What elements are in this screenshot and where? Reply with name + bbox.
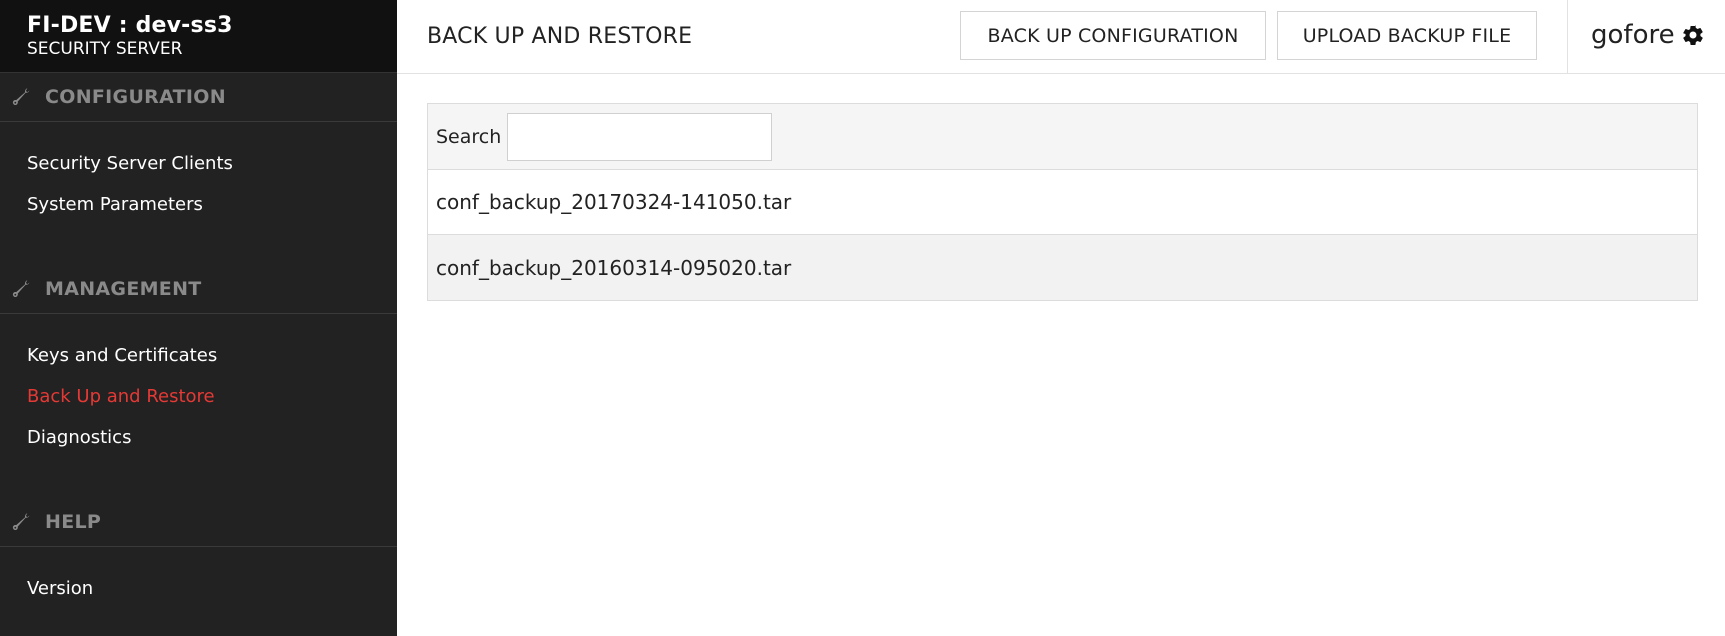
section-header-configuration: CONFIGURATION [0,73,397,122]
sidebar-item-back-up-and-restore[interactable]: Back Up and Restore [0,376,397,417]
section-title-help: HELP [45,511,102,533]
section-title-management: MANAGEMENT [45,278,202,300]
server-subtitle: SECURITY SERVER [27,39,183,59]
back-up-configuration-button[interactable]: BACK UP CONFIGURATION [960,11,1266,60]
main-content: BACK UP AND RESTORE BACK UP CONFIGURATIO… [397,0,1725,636]
backup-file-name: conf_backup_20170324-141050.tar [436,190,792,214]
sidebar-item-system-parameters[interactable]: System Parameters [0,184,397,225]
backup-file-name: conf_backup_20160314-095020.tar [436,255,792,280]
wrench-icon [12,279,32,299]
server-title: FI-DEV : dev-ss3 [27,13,233,38]
sidebar-section-configuration: CONFIGURATION Security Server Clients Sy… [0,73,397,225]
user-divider [1567,0,1568,73]
search-input[interactable] [507,112,773,161]
sidebar-section-management: MANAGEMENT Keys and Certificates Back Up… [0,265,397,458]
username: gofore [1591,20,1675,50]
wrench-icon [12,512,32,532]
section-header-help: HELP [0,498,397,547]
sidebar: FI-DEV : dev-ss3 SECURITY SERVER CONFIGU… [0,0,397,636]
app-root: FI-DEV : dev-ss3 SECURITY SERVER CONFIGU… [0,0,1725,636]
table-row[interactable]: conf_backup_20160314-095020.tar [428,235,1697,300]
wrench-icon [12,87,32,107]
nav-list-management: Keys and Certificates Back Up and Restor… [0,314,397,458]
section-title-configuration: CONFIGURATION [45,86,226,108]
top-bar: BACK UP AND RESTORE BACK UP CONFIGURATIO… [397,0,1725,74]
nav-list-help: Version [0,547,397,609]
sidebar-item-diagnostics[interactable]: Diagnostics [0,417,397,458]
backup-files-table: Search conf_backup_20170324-141050.tar c… [427,103,1698,301]
gear-icon[interactable] [1681,23,1705,47]
search-row: Search [428,104,1697,170]
sidebar-item-keys-and-certificates[interactable]: Keys and Certificates [0,335,397,376]
upload-backup-file-button[interactable]: UPLOAD BACKUP FILE [1277,11,1537,60]
sidebar-section-help: HELP Version [0,498,397,609]
brand-header: FI-DEV : dev-ss3 SECURITY SERVER [0,0,397,73]
sidebar-item-security-server-clients[interactable]: Security Server Clients [0,143,397,184]
table-row[interactable]: conf_backup_20170324-141050.tar [428,170,1697,235]
nav-list-configuration: Security Server Clients System Parameter… [0,122,397,225]
page-title: BACK UP AND RESTORE [427,24,693,49]
search-label: Search [436,125,502,148]
user-menu[interactable]: gofore [1591,20,1705,50]
sidebar-item-version[interactable]: Version [0,568,397,609]
section-header-management: MANAGEMENT [0,265,397,314]
